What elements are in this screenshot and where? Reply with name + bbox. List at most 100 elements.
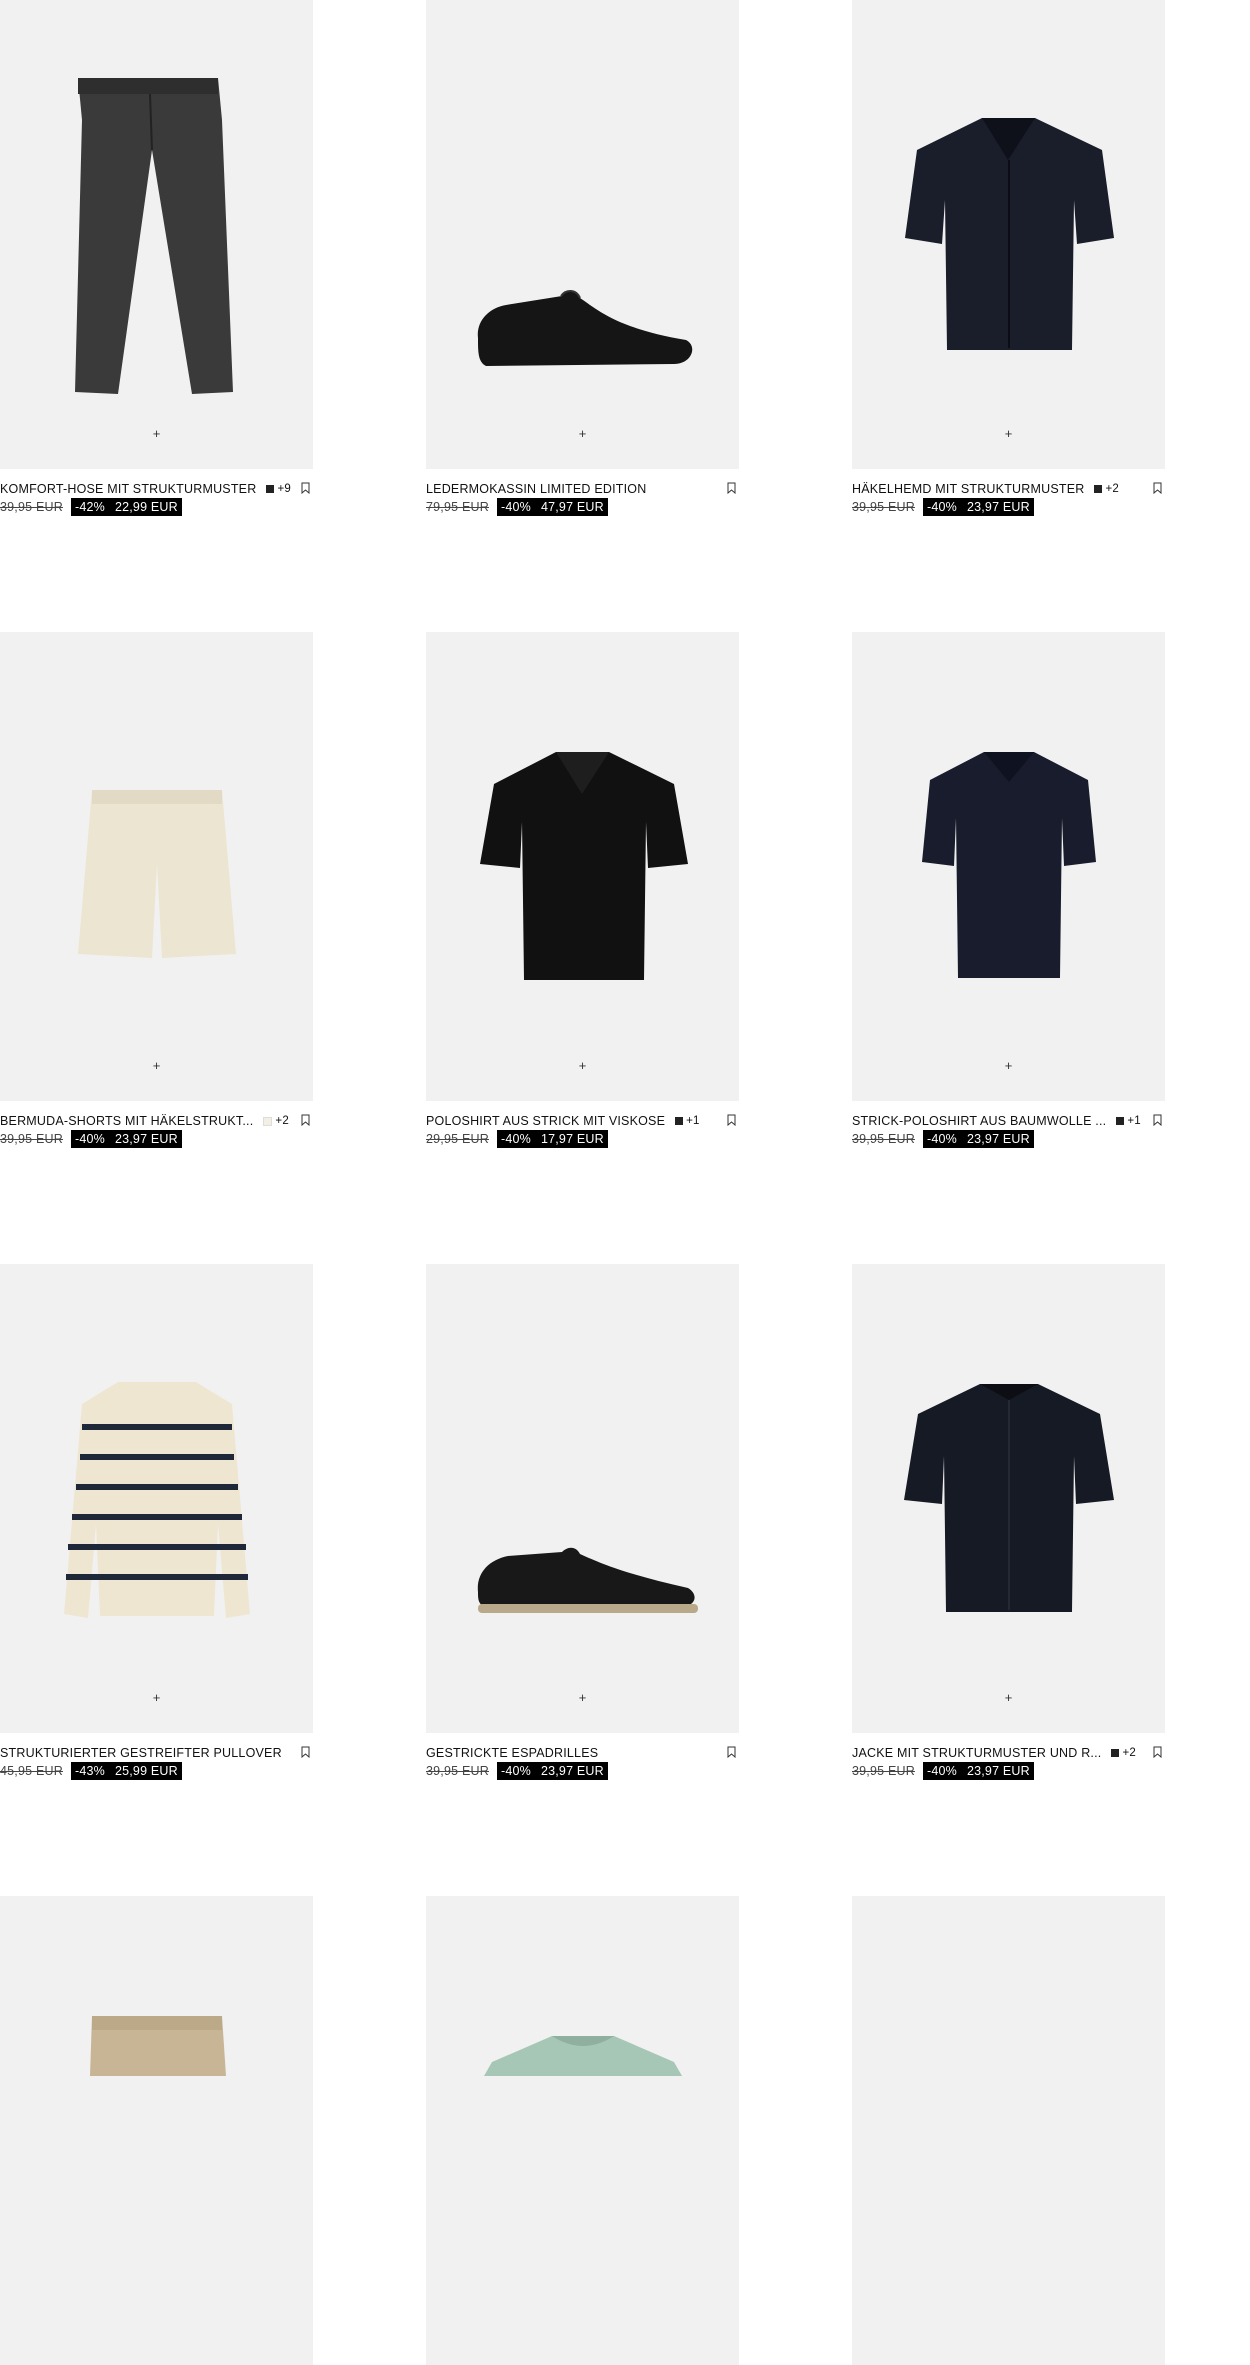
chino-shorts-image	[90, 2016, 226, 2076]
add-to-cart-icon[interactable]: +	[576, 1058, 590, 1072]
color-swatch	[1111, 1749, 1120, 1757]
bookmark-icon[interactable]	[301, 482, 310, 494]
bookmark-icon[interactable]	[301, 1746, 310, 1758]
product-name[interactable]: HÄKELHEMD MIT STRUKTURMUSTER	[852, 482, 1084, 496]
sale-price: 17,97 EUR	[540, 1132, 604, 1146]
add-to-cart-icon[interactable]: +	[150, 426, 164, 440]
sale-price-tag: -40% 23,97 EUR	[922, 1762, 1034, 1780]
product-image[interactable]: +	[852, 0, 1165, 469]
sale-price-tag: -40% 23,97 EUR	[70, 1130, 182, 1148]
color-options[interactable]: +2	[1094, 483, 1119, 495]
bookmark-icon[interactable]	[1153, 1114, 1162, 1126]
sale-price: 23,97 EUR	[966, 1132, 1030, 1146]
product-card[interactable]: + BERMUDA-SHORTS MIT HÄKELSTRUKT... +2 3…	[0, 632, 313, 1148]
product-image[interactable]	[0, 1896, 313, 2365]
original-price: 39,95 EUR	[852, 1764, 915, 1778]
add-to-cart-icon[interactable]: +	[1002, 426, 1016, 440]
original-price: 39,95 EUR	[852, 500, 915, 514]
product-image[interactable]: +	[0, 632, 313, 1101]
product-card[interactable]	[426, 1896, 739, 2365]
product-image[interactable]	[426, 1896, 739, 2365]
bookmark-icon[interactable]	[727, 482, 736, 494]
product-card[interactable]: + KOMFORT-HOSE MIT STRUKTURMUSTER +9 39,…	[0, 0, 313, 516]
sale-price: 23,97 EUR	[966, 1764, 1030, 1778]
espadrille-image	[477, 1547, 698, 1613]
add-to-cart-icon[interactable]: +	[576, 1690, 590, 1704]
more-colors-count: +2	[275, 1115, 289, 1127]
product-name[interactable]: STRUKTURIERTER GESTREIFTER PULLOVER	[0, 1746, 282, 1760]
sale-price-tag: -40% 17,97 EUR	[496, 1130, 608, 1148]
product-name[interactable]: GESTRICKTE ESPADRILLES	[426, 1746, 598, 1760]
discount-badge: -40%	[500, 500, 531, 514]
shirt-image	[905, 118, 1114, 350]
sale-price: 22,99 EUR	[114, 500, 178, 514]
add-to-cart-icon[interactable]: +	[1002, 1058, 1016, 1072]
sale-price: 23,97 EUR	[540, 1764, 604, 1778]
product-name[interactable]: POLOSHIRT AUS STRICK MIT VISKOSE	[426, 1114, 665, 1128]
color-options[interactable]: +1	[1116, 1115, 1141, 1127]
product-name[interactable]: LEDERMOKASSIN LIMITED EDITION	[426, 482, 646, 496]
discount-badge: -42%	[74, 500, 105, 514]
price: 79,95 EUR -40% 47,97 EUR	[426, 498, 608, 516]
more-colors-count: +1	[1127, 1115, 1141, 1127]
product-card[interactable]: + GESTRICKTE ESPADRILLES 39,95 EUR -40% 2…	[426, 1264, 739, 1780]
original-price: 39,95 EUR	[0, 1132, 63, 1146]
product-name[interactable]: STRICK-POLOSHIRT AUS BAUMWOLLE ...	[852, 1114, 1106, 1128]
sale-price-tag: -43% 25,99 EUR	[70, 1762, 182, 1780]
color-swatch	[1116, 1117, 1125, 1125]
more-colors-count: +2	[1122, 1747, 1136, 1759]
knit-polo-image	[922, 752, 1096, 978]
price: 39,95 EUR -40% 23,97 EUR	[852, 498, 1034, 516]
sale-price-tag: -40% 47,97 EUR	[496, 498, 608, 516]
price: 39,95 EUR -42% 22,99 EUR	[0, 498, 182, 516]
more-colors-count: +9	[277, 483, 291, 495]
product-card[interactable]: + STRUKTURIERTER GESTREIFTER PULLOVER 45…	[0, 1264, 313, 1780]
discount-badge: -40%	[500, 1132, 531, 1146]
product-card[interactable]: + POLOSHIRT AUS STRICK MIT VISKOSE +1 29…	[426, 632, 739, 1148]
price: 39,95 EUR -40% 23,97 EUR	[426, 1762, 608, 1780]
price: 39,95 EUR -40% 23,97 EUR	[0, 1130, 182, 1148]
product-name[interactable]: JACKE MIT STRUKTURMUSTER UND R...	[852, 1746, 1101, 1760]
trousers-image	[75, 78, 233, 394]
sale-price-tag: -40% 23,97 EUR	[922, 1130, 1034, 1148]
add-to-cart-icon[interactable]: +	[1002, 1690, 1016, 1704]
zip-polo-image	[904, 1384, 1114, 1612]
discount-badge: -40%	[926, 1132, 957, 1146]
bookmark-icon[interactable]	[301, 1114, 310, 1126]
product-image[interactable]: +	[852, 1264, 1165, 1733]
product-card[interactable]: + JACKE MIT STRUKTURMUSTER UND R... +2 3…	[852, 1264, 1165, 1780]
product-card[interactable]: + HÄKELHEMD MIT STRUKTURMUSTER +2 39,95 …	[852, 0, 1165, 516]
sale-price-tag: -42% 22,99 EUR	[70, 498, 182, 516]
color-options[interactable]: +9	[266, 483, 291, 495]
add-to-cart-icon[interactable]: +	[150, 1058, 164, 1072]
product-image[interactable]: +	[852, 632, 1165, 1101]
price: 29,95 EUR -40% 17,97 EUR	[426, 1130, 608, 1148]
product-image[interactable]	[852, 1896, 1165, 2365]
original-price: 45,95 EUR	[0, 1764, 63, 1778]
color-options[interactable]: +2	[1111, 1747, 1136, 1759]
color-swatch	[263, 1116, 273, 1126]
bookmark-icon[interactable]	[727, 1114, 736, 1126]
add-to-cart-icon[interactable]: +	[576, 426, 590, 440]
product-card[interactable]: + STRICK-POLOSHIRT AUS BAUMWOLLE ... +1 …	[852, 632, 1165, 1148]
product-name[interactable]: BERMUDA-SHORTS MIT HÄKELSTRUKT...	[0, 1114, 253, 1128]
bookmark-icon[interactable]	[1153, 482, 1162, 494]
more-colors-count: +2	[1105, 483, 1119, 495]
more-colors-count: +1	[686, 1115, 700, 1127]
product-image[interactable]: +	[426, 0, 739, 469]
product-card[interactable]	[0, 1896, 313, 2365]
bookmark-icon[interactable]	[727, 1746, 736, 1758]
product-image[interactable]: +	[0, 1264, 313, 1733]
product-image[interactable]: +	[0, 0, 313, 469]
product-card[interactable]: + LEDERMOKASSIN LIMITED EDITION 79,95 EU…	[426, 0, 739, 516]
sale-price-tag: -40% 23,97 EUR	[496, 1762, 608, 1780]
product-image[interactable]: +	[426, 1264, 739, 1733]
product-image[interactable]: +	[426, 632, 739, 1101]
add-to-cart-icon[interactable]: +	[150, 1690, 164, 1704]
product-name[interactable]: KOMFORT-HOSE MIT STRUKTURMUSTER	[0, 482, 256, 496]
product-card[interactable]	[852, 1896, 1165, 2365]
color-options[interactable]: +1	[675, 1115, 700, 1127]
bookmark-icon[interactable]	[1153, 1746, 1162, 1758]
color-options[interactable]: +2	[263, 1115, 289, 1127]
shorts-image	[78, 790, 236, 958]
